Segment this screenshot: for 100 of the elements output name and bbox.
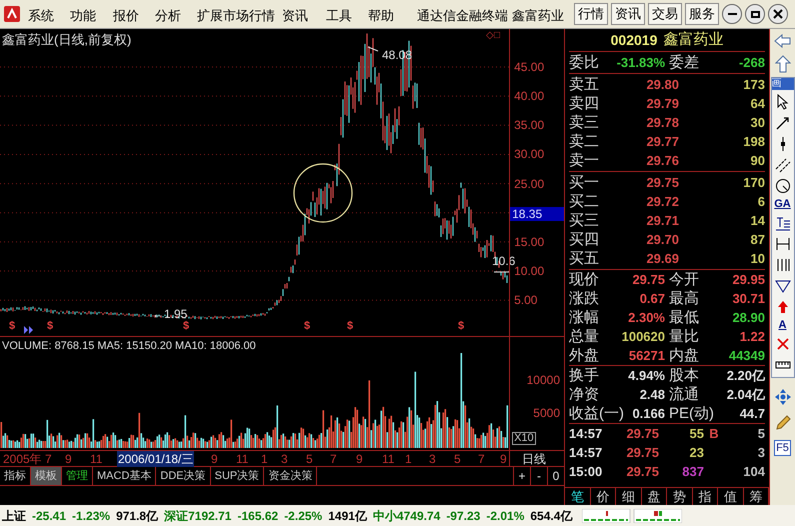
bracket-tool-icon[interactable] [774, 236, 790, 252]
function-key-button[interactable]: F5 [774, 440, 791, 456]
date-axis-label: 1 [261, 451, 268, 467]
index-quote: 深证7192.71 [164, 510, 232, 522]
zoom-button[interactable]: + [513, 467, 530, 485]
date-axis-label: 9 [500, 451, 507, 467]
text-tool-button[interactable]: A [778, 320, 786, 331]
line-tool-icon[interactable] [774, 115, 790, 131]
index-quote: 654.4亿 [530, 510, 572, 522]
date-axis-label: 11 [382, 451, 394, 467]
zoom-button[interactable]: 0 [547, 467, 564, 485]
close-button[interactable] [768, 4, 788, 24]
price-axis-label: 25.00 [514, 178, 544, 190]
move-icon[interactable] [774, 388, 792, 406]
zoom-button[interactable]: - [530, 467, 547, 485]
toolbar-button[interactable]: 行情 [574, 3, 608, 25]
app-logo-icon [4, 6, 20, 22]
tick-volume: 55 [688, 427, 704, 440]
circle-tool-icon[interactable] [774, 178, 790, 194]
order-level-label: 卖一 [569, 153, 600, 168]
text-tool-button[interactable]: GA [774, 199, 791, 210]
order-price: 29.75 [645, 176, 679, 189]
order-price: 29.80 [645, 78, 679, 91]
minimize-button[interactable] [722, 4, 742, 24]
order-price: 29.69 [645, 252, 679, 265]
quote-label: 委比 [569, 55, 599, 70]
quote-label: 涨幅 [569, 310, 599, 325]
order-volume: 10 [750, 252, 765, 265]
order-price: 29.78 [645, 116, 679, 129]
menu-item[interactable]: 通达信金融终端 [417, 6, 508, 26]
toolbar-button[interactable]: 资讯 [611, 3, 645, 25]
price-axis-label: 10.00 [514, 265, 544, 278]
quote-value: 2.30% [628, 311, 665, 324]
quote-value: 4.94% [628, 369, 665, 382]
quote-value: 1.22 [740, 330, 765, 343]
menu-item[interactable]: 系统 [28, 6, 54, 26]
price-axis-label: 35.00 [514, 119, 544, 132]
order-volume: 87 [750, 233, 765, 246]
period-label: 日线 [509, 451, 564, 466]
volume-legend: VOLUME: 8768.15 MA5: 15150.20 MA10: 18006.00 [2, 338, 256, 354]
chart-option-symbols[interactable]: ◇□ [486, 31, 500, 41]
order-volume: 90 [750, 154, 765, 167]
index-quote: 上证 [2, 510, 26, 522]
date-axis-label: 7 [478, 451, 485, 467]
date-axis-label: 11 [90, 451, 102, 467]
menu-item[interactable]: 功能 [70, 6, 96, 26]
tick-count: 3 [756, 446, 765, 459]
up-arrow-outline-icon[interactable] [774, 55, 790, 73]
index-quote: -1.23% [72, 510, 110, 522]
order-volume: 30 [750, 116, 765, 129]
date-axis-label: 7 [45, 451, 52, 467]
quote-label: 委差 [669, 55, 699, 70]
back-arrow-icon[interactable] [774, 33, 792, 49]
maximize-icon [750, 10, 760, 18]
tick-price: 29.75 [625, 465, 659, 478]
volume-unit: X10 [512, 432, 536, 445]
order-level-label: 买四 [569, 232, 600, 247]
pencil-icon[interactable] [774, 414, 792, 432]
quote-label: 净资 [569, 387, 599, 402]
menu-item[interactable]: 资讯 [282, 6, 308, 26]
vertical-lines-icon[interactable] [774, 257, 790, 273]
order-price: 29.76 [645, 154, 679, 167]
index-quote: -2.01% [486, 510, 524, 522]
order-price: 29.70 [645, 233, 679, 246]
toolbar-button[interactable]: 服务 [685, 3, 719, 25]
menu-item[interactable]: 报价 [113, 6, 139, 26]
quote-value: 2.04亿 [726, 388, 765, 401]
maximize-button[interactable] [745, 4, 765, 24]
volume-axis-label: 5000 [533, 407, 560, 419]
event-marker: $ [458, 321, 464, 332]
toolbar-button[interactable]: 交易 [648, 3, 682, 25]
menu-item[interactable]: 鑫富药业 [512, 6, 564, 26]
menu-item[interactable]: 分析 [155, 6, 181, 26]
tick-volume: 837 [681, 465, 704, 478]
event-marker: $ [47, 321, 54, 332]
quote-label: 涨跌 [569, 291, 599, 306]
quote-value: 30.71 [732, 292, 765, 305]
price-axis-label: 40.00 [514, 90, 544, 102]
tick-count: 104 [742, 465, 765, 478]
quote-label: 收益(一) [569, 406, 624, 421]
menu-item[interactable]: 帮助 [368, 6, 394, 26]
order-price: 29.79 [645, 97, 679, 110]
quote-value: 2.48 [640, 388, 665, 401]
quote-label: 换手 [569, 368, 599, 383]
volume-axis-label: 10000 [526, 374, 560, 386]
menu-item[interactable]: 工具 [326, 6, 352, 26]
date-axis-label: 9 [211, 451, 218, 467]
quote-label: 内盘 [669, 348, 699, 363]
index-quote: 中小4749.74 [372, 510, 440, 522]
menu-item[interactable]: 扩展市场行情 [197, 6, 275, 26]
pointer-icon[interactable] [774, 94, 790, 110]
chart-title: 鑫富药业(日线,前复权) [2, 31, 132, 49]
textbox-tool-icon[interactable] [774, 215, 790, 231]
quote-label: 股本 [669, 368, 699, 383]
delete-icon[interactable] [774, 336, 790, 352]
tick-price: 29.75 [625, 446, 659, 459]
triangle-tool-icon[interactable] [774, 278, 790, 294]
indicator-tab[interactable]: 模板 [31, 467, 62, 485]
parallel-lines-icon[interactable] [774, 157, 790, 173]
quote-label: 今开 [669, 272, 699, 287]
